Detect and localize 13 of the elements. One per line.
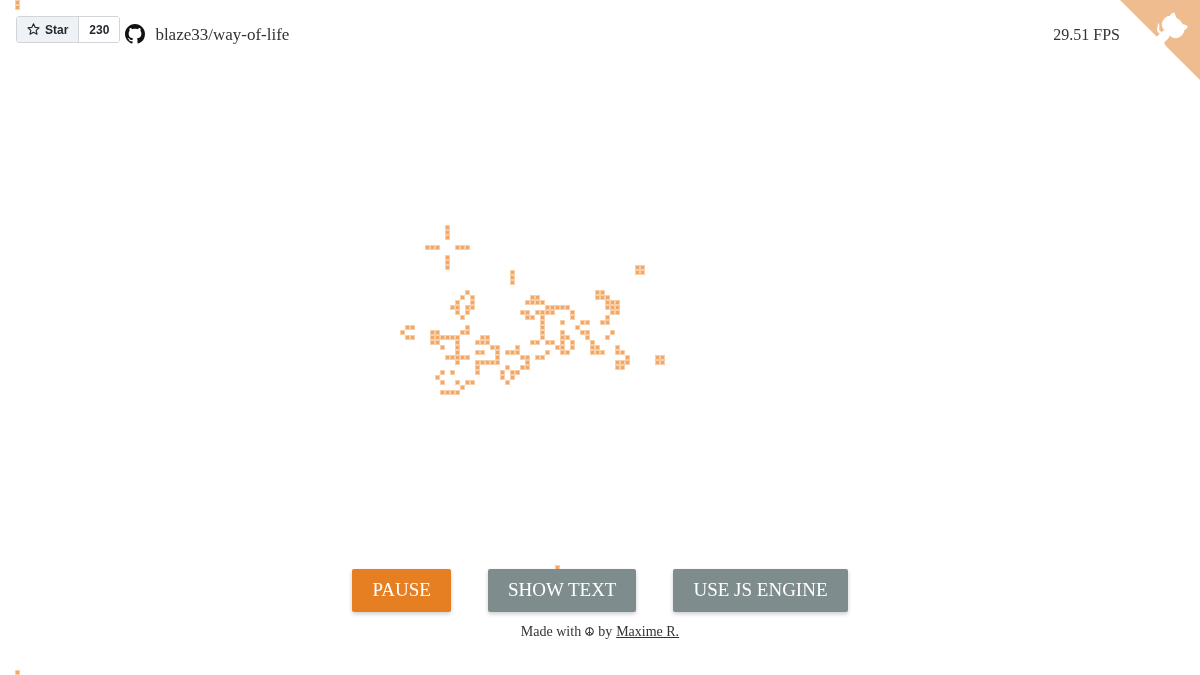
star-icon — [27, 23, 40, 36]
cell-icon — [15, 670, 20, 675]
fps-counter: 29.51 FPS — [1053, 25, 1120, 45]
repo-link[interactable]: blaze33/way-of-life — [155, 21, 290, 48]
peace-sign-icon — [585, 627, 595, 636]
footer-text: by — [598, 623, 613, 640]
cell-icon — [15, 0, 20, 10]
github-mark-icon — [125, 24, 146, 44]
corner-link[interactable] — [1120, 0, 1200, 80]
star-button[interactable]: Star — [17, 17, 80, 42]
author-link[interactable]: Maxime R. — [616, 623, 680, 640]
footer-text: Made with — [520, 623, 582, 640]
cat-icon — [1156, 12, 1188, 45]
